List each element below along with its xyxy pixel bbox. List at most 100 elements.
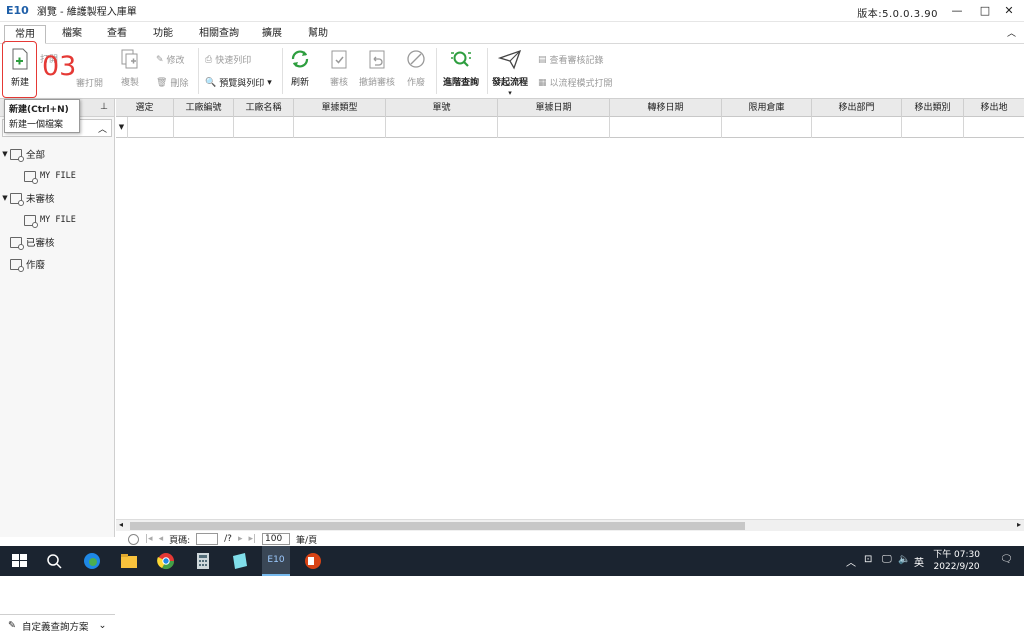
close-button[interactable]: ✕ [998, 2, 1020, 20]
column-header[interactable]: 單據日期 [498, 99, 610, 117]
advanced-query-button[interactable]: 進階查詢 [440, 48, 482, 88]
grid-filter-row: ▼ [116, 117, 1024, 138]
column-header[interactable]: 選定 [116, 99, 174, 117]
input-method-indicator[interactable]: 英 [914, 554, 924, 569]
tab-file[interactable]: 檔案 [52, 25, 92, 44]
tree-node-all[interactable]: ▼ 全部 [0, 143, 114, 165]
tray-app-icon[interactable]: ⊡ [864, 554, 872, 565]
scrollbar-thumb[interactable] [130, 522, 745, 530]
filter-cell[interactable] [902, 117, 964, 138]
view-review-log-button[interactable]: ▤ 查看審核記錄 [538, 53, 604, 67]
per-page-input[interactable]: 100 [262, 533, 291, 545]
notification-icon[interactable]: 🗨 [1000, 554, 1013, 565]
filter-cell[interactable] [234, 117, 294, 138]
scroll-right-icon[interactable]: ▸ [1017, 520, 1021, 529]
column-header[interactable]: 工廠名稱 [234, 99, 294, 117]
filter-cell[interactable] [964, 117, 1024, 138]
start-flow-button[interactable]: 發起流程 ▾ [490, 48, 530, 98]
calculator-icon[interactable] [193, 552, 213, 570]
tab-help[interactable]: 幫助 [298, 25, 338, 44]
tab-related-query[interactable]: 相關查詢 [192, 25, 246, 44]
powerpoint-icon[interactable] [303, 552, 323, 570]
horizontal-scrollbar[interactable]: ◂ ▸ [116, 519, 1024, 531]
volume-muted-icon[interactable]: 🔈 [898, 554, 910, 565]
tree-node-my-file-2[interactable]: MY FILE [0, 209, 114, 231]
file-explorer-icon[interactable] [119, 552, 139, 570]
flow-open-button[interactable]: ▦ 以流程模式打開 [538, 76, 613, 90]
notes-app-icon[interactable] [230, 552, 250, 570]
copy-button[interactable]: 複製 [114, 48, 146, 88]
next-page-icon[interactable]: ▸ [238, 534, 243, 544]
pager: |◂ ◂ 頁碼: /? ▸ ▸| 100 筆/頁 [116, 532, 1024, 546]
trash-icon: 🗑 [156, 77, 168, 88]
column-header[interactable]: 轉移日期 [610, 99, 722, 117]
prev-page-icon[interactable]: ◂ [159, 534, 164, 544]
e10-taskbar-button[interactable]: E10 [262, 546, 290, 576]
expand-arrow-icon[interactable]: ▼ [0, 194, 10, 202]
ribbon-toolbar: 新建 打開 審打開 複製 ✎ 修改 🗑 刪除 ⎙ 快速列印 🔍 預覽與列印 ▾ 刷新 審核 [0, 44, 1024, 99]
first-page-icon[interactable]: |◂ [145, 534, 153, 544]
void-icon [407, 50, 425, 68]
pencil-icon: ✎ [8, 620, 16, 631]
pin-icon[interactable]: ⊥ [100, 102, 108, 112]
chevron-up-icon[interactable]: ︿ [98, 122, 107, 135]
column-header[interactable]: 單據類型 [294, 99, 386, 117]
chevron-down-icon: ⌄ [98, 620, 107, 631]
delete-button[interactable]: 🗑 刪除 [156, 76, 188, 90]
refresh-button[interactable]: 刷新 [286, 48, 314, 88]
edge-browser-icon[interactable] [82, 552, 102, 570]
windows-taskbar: E10 ︿ ⊡ 🖵 🔈 英 下午 07:30 2022/9/20 🗨 [0, 546, 1024, 576]
column-header[interactable]: 單號 [386, 99, 498, 117]
filter-cell[interactable] [812, 117, 902, 138]
query-folder-icon [24, 214, 38, 228]
column-header[interactable]: 工廠編號 [174, 99, 234, 117]
filter-cell[interactable] [610, 117, 722, 138]
network-icon[interactable]: 🖵 [882, 554, 892, 565]
open-review-button[interactable]: 審打開 [76, 76, 103, 89]
minimize-button[interactable]: — [946, 2, 968, 20]
left-navigation-panel: ⊥ ︿ ▼ 全部 MY FILE ▼ 未審核 MY FILE 已審核 作廢 ✎ … [0, 99, 115, 636]
query-folder-icon [10, 192, 24, 206]
query-folder-icon [24, 170, 38, 184]
tab-view[interactable]: 查看 [98, 25, 136, 44]
tab-function[interactable]: 功能 [143, 25, 183, 44]
filter-cell[interactable] [722, 117, 812, 138]
last-page-icon[interactable]: ▸| [248, 534, 256, 544]
tray-expand-icon[interactable]: ︿ [846, 554, 856, 569]
preview-icon: 🔍 [205, 77, 217, 88]
tree-node-reviewed[interactable]: 已審核 [0, 231, 114, 253]
filter-cell[interactable] [498, 117, 610, 138]
review-button[interactable]: 審核 [324, 48, 354, 88]
search-icon[interactable] [45, 552, 65, 570]
tree-node-my-file[interactable]: MY FILE [0, 165, 114, 187]
filter-cell[interactable] [294, 117, 386, 138]
maximize-button[interactable]: □ [974, 2, 996, 20]
chrome-icon[interactable] [156, 552, 176, 570]
column-header[interactable]: 移出部門 [812, 99, 902, 117]
column-header[interactable]: 移出類別 [902, 99, 964, 117]
expand-arrow-icon[interactable]: ▼ [0, 150, 10, 158]
tree-node-void[interactable]: 作廢 [0, 253, 114, 275]
new-button-tooltip: 新建(Ctrl+N) 新建一個檔案 [4, 99, 80, 133]
filter-cell[interactable] [128, 117, 174, 138]
collapse-ribbon-icon[interactable]: ︿ [1007, 26, 1016, 39]
windows-start-icon[interactable] [10, 552, 30, 570]
page-input[interactable] [196, 533, 219, 545]
column-header[interactable]: 移出地 [964, 99, 1024, 117]
filter-icon[interactable]: ▼ [116, 117, 128, 138]
filter-cell[interactable] [386, 117, 498, 138]
system-clock[interactable]: 下午 07:30 2022/9/20 [933, 549, 980, 573]
column-header[interactable]: 限用倉庫 [722, 99, 812, 117]
clipboard-check-icon [331, 50, 347, 69]
tree-node-unreviewed[interactable]: ▼ 未審核 [0, 187, 114, 209]
filter-cell[interactable] [174, 117, 234, 138]
edit-button[interactable]: ✎ 修改 [156, 53, 185, 67]
void-button[interactable]: 作廢 [402, 48, 430, 88]
custom-query-scheme[interactable]: ✎ 自定義查詢方案 ⌄ [0, 614, 115, 636]
undo-review-button[interactable]: 撤銷審核 [357, 48, 397, 88]
tab-extend[interactable]: 擴展 [254, 25, 290, 44]
query-folder-icon [10, 258, 24, 272]
scroll-left-icon[interactable]: ◂ [119, 520, 123, 529]
preview-print-button[interactable]: 🔍 預覽與列印 ▾ [205, 76, 272, 90]
quick-print-button[interactable]: ⎙ 快速列印 [205, 53, 251, 67]
